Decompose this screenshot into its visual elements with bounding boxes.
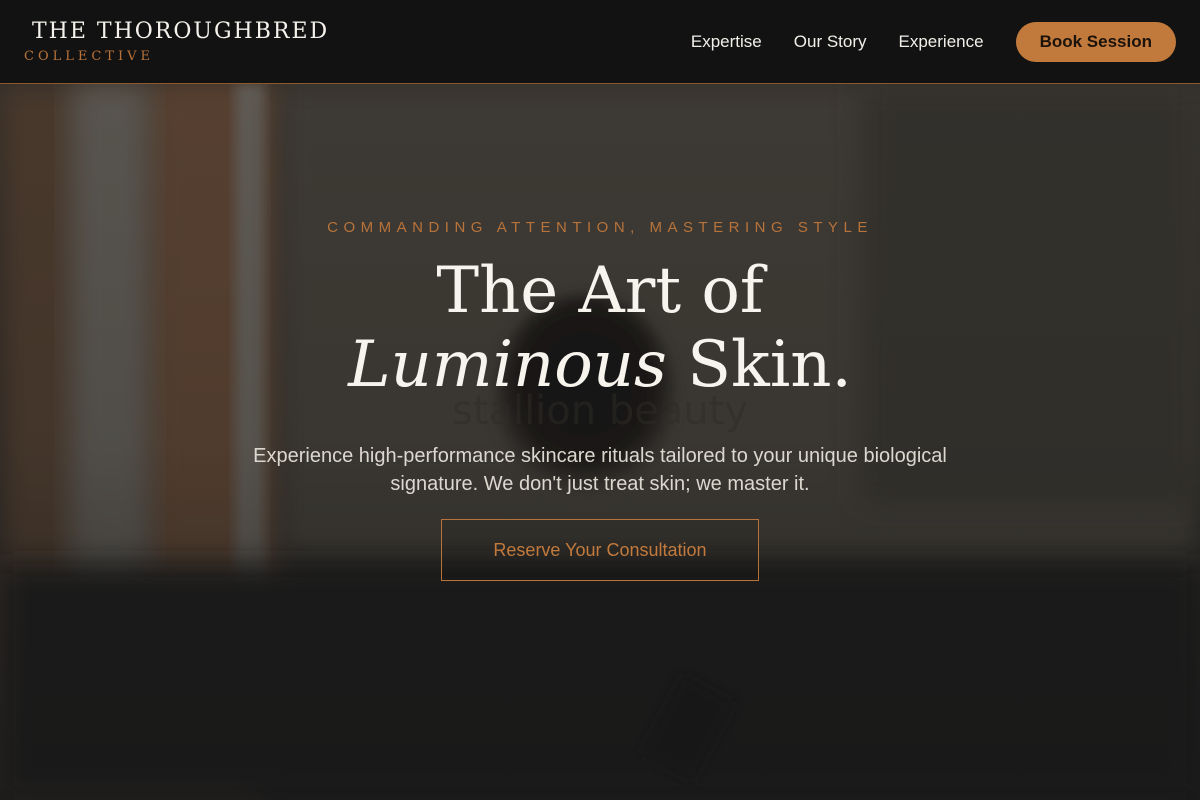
hero-subtext: Experience high-performance skincare rit… [253, 445, 947, 495]
main-nav: Expertise Our Story Experience Book Sess… [691, 22, 1176, 62]
book-session-button[interactable]: Book Session [1015, 22, 1176, 62]
nav-link-expertise[interactable]: Expertise [691, 32, 762, 52]
headline-italic-word: Luminous [348, 328, 667, 402]
brand-name: THE THOROUGHBRED [32, 19, 330, 44]
headline-line-2-rest: Skin. [666, 328, 852, 402]
headline-line-1: The Art of [436, 254, 764, 328]
brand-logo[interactable]: THE THOROUGHBRED COLLECTIVE [24, 18, 329, 66]
nav-link-our-story[interactable]: Our Story [794, 32, 867, 52]
brand-subtitle: COLLECTIVE [24, 49, 154, 64]
nav-link-experience[interactable]: Experience [899, 32, 984, 52]
reserve-consultation-button[interactable]: Reserve Your Consultation [441, 519, 759, 581]
page: THE THOROUGHBRED COLLECTIVE Expertise Ou… [0, 0, 1200, 800]
hero-eyebrow: COMMANDING ATTENTION, MASTERING STYLE [327, 219, 873, 236]
hero-headline: The Art of Luminous Skin. [0, 254, 1200, 402]
site-header: THE THOROUGHBRED COLLECTIVE Expertise Ou… [0, 0, 1200, 84]
hero-section: stallion beauty COMMANDING ATTENTION, MA… [0, 84, 1200, 800]
